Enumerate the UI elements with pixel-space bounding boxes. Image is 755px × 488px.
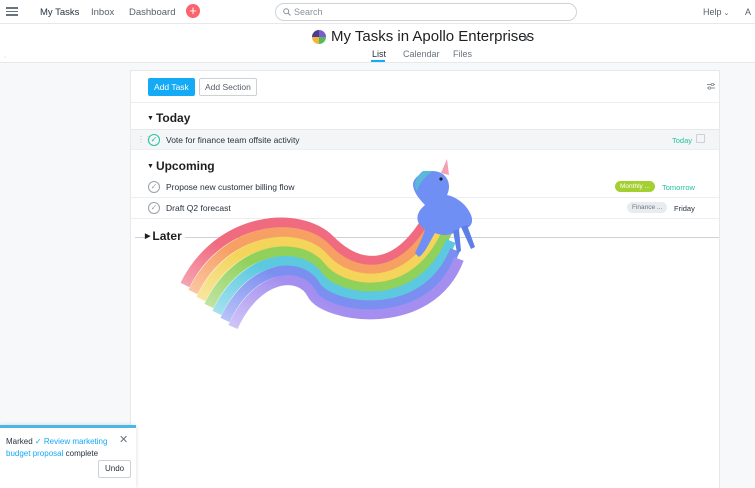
chevron-down-icon: ⌄: [723, 10, 730, 17]
caret-down-icon: ▼: [147, 163, 154, 170]
task-complete-checkbox[interactable]: ✓: [148, 134, 160, 146]
section-divider: [135, 237, 719, 238]
project-tag[interactable]: Finance ...: [627, 202, 668, 213]
filter-icon[interactable]: [707, 83, 715, 90]
toast-prefix: Marked: [6, 437, 33, 446]
task-name[interactable]: Propose new customer billing flow: [166, 182, 295, 192]
task-name[interactable]: Vote for finance team offsite activity: [166, 135, 300, 145]
top-bar: My Tasks Inbox Dashboard + Help⌄ A: [0, 0, 755, 24]
project-tag[interactable]: Monthly ...: [615, 181, 655, 192]
task-row[interactable]: ✓ Propose new customer billing flow Mont…: [131, 177, 719, 198]
section-title: Later: [152, 229, 182, 243]
project-header: My Tasks in Apollo Enterprises ▼ List Ca…: [0, 24, 755, 63]
workspace-avatar-icon: [312, 30, 326, 44]
close-icon[interactable]: ✕: [119, 433, 128, 446]
nav-inbox[interactable]: Inbox: [91, 7, 114, 18]
task-complete-checkbox[interactable]: ✓: [148, 202, 160, 214]
caret-right-icon: ▶: [145, 233, 151, 240]
task-list-panel: Add Task Add Section ▼ Today ⋮⋮ ✓ Vote fo…: [130, 70, 720, 488]
due-date[interactable]: Friday: [674, 204, 695, 213]
task-row[interactable]: ⋮⋮ ✓ Vote for finance team offsite activ…: [131, 129, 719, 150]
calendar-icon[interactable]: [696, 134, 705, 143]
toast-message: Marked ✓ Review marketing budget proposa…: [6, 436, 114, 460]
sidebar-handle-icon[interactable]: ◦: [4, 55, 6, 61]
completion-toast: Marked ✓ Review marketing budget proposa…: [0, 425, 136, 488]
user-avatar[interactable]: A: [745, 7, 751, 17]
section-title: Upcoming: [155, 159, 215, 173]
section-header-later[interactable]: ▶ Later: [145, 229, 185, 243]
active-tab-indicator: [371, 60, 385, 62]
help-label: Help: [703, 7, 722, 17]
page-title: My Tasks in Apollo Enterprises: [331, 28, 535, 45]
add-section-button[interactable]: Add Section: [199, 78, 257, 96]
nav-my-tasks[interactable]: My Tasks: [40, 7, 79, 18]
toast-check-icon[interactable]: ✓: [35, 437, 42, 446]
toolbar-divider: [131, 102, 719, 103]
caret-down-icon: ▼: [147, 115, 154, 122]
nav-dashboard[interactable]: Dashboard: [129, 7, 175, 18]
task-complete-checkbox[interactable]: ✓: [148, 181, 160, 193]
due-date[interactable]: Today: [672, 136, 692, 145]
toast-suffix: complete: [65, 449, 99, 458]
task-row[interactable]: ✓ Draft Q2 forecast Finance ... Friday: [131, 198, 719, 219]
search-icon: [283, 8, 291, 16]
title-chevron-down-icon[interactable]: ▼: [522, 34, 530, 43]
tab-files[interactable]: Files: [453, 49, 472, 59]
add-task-button[interactable]: Add Task: [148, 78, 195, 96]
tab-calendar[interactable]: Calendar: [403, 49, 440, 59]
section-header-today[interactable]: ▼ Today: [147, 111, 190, 125]
undo-button[interactable]: Undo: [98, 460, 132, 478]
section-header-upcoming[interactable]: ▼ Upcoming: [147, 159, 215, 173]
due-date[interactable]: Tomorrow: [662, 183, 695, 192]
task-name[interactable]: Draft Q2 forecast: [166, 203, 231, 213]
tab-list[interactable]: List: [372, 49, 386, 59]
search-bar[interactable]: [275, 3, 577, 21]
quick-add-button[interactable]: +: [186, 4, 200, 18]
hamburger-menu-icon[interactable]: [6, 5, 18, 17]
search-input[interactable]: [294, 5, 564, 19]
section-title: Today: [155, 111, 191, 125]
help-menu[interactable]: Help ⌄: [703, 7, 729, 17]
